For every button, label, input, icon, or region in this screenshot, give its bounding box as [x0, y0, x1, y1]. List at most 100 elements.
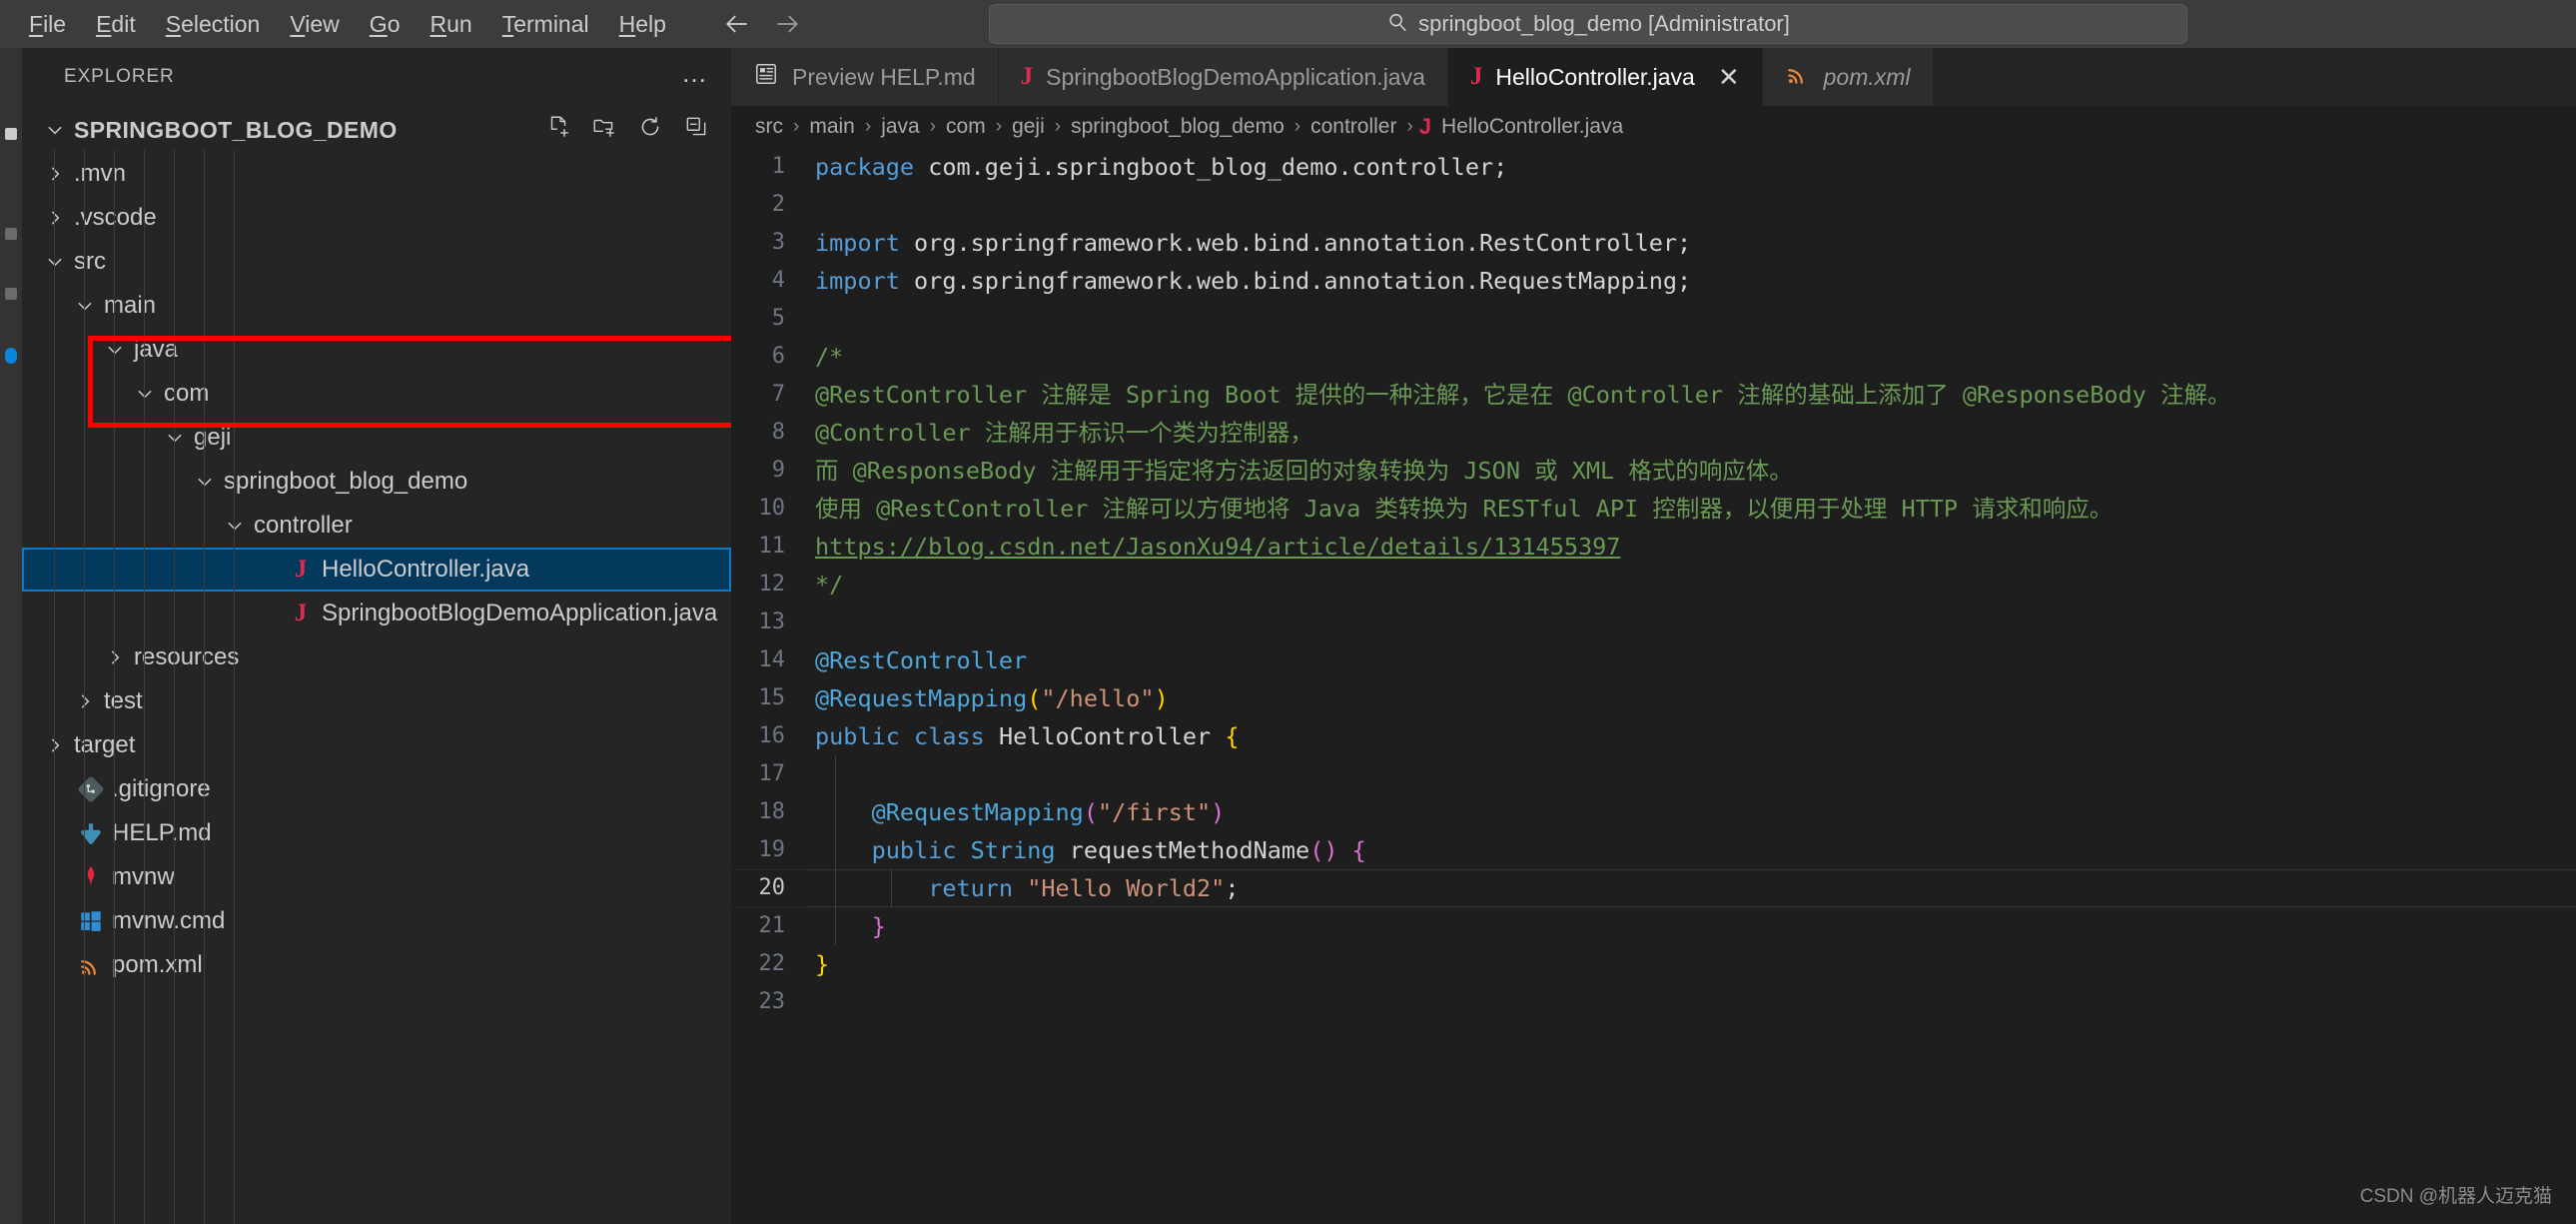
code-line-text: public String requestMethodName() {	[807, 831, 1366, 869]
explorer-activity-icon[interactable]	[5, 128, 17, 140]
tree-item-vscode[interactable]: .vscode	[22, 196, 731, 240]
tree-item-springboot-blog-demo[interactable]: springboot_blog_demo	[22, 460, 731, 504]
tree-item-com[interactable]: com	[22, 372, 731, 416]
arrow-right-icon[interactable]	[771, 7, 805, 41]
tree-item-controller[interactable]: controller	[22, 504, 731, 548]
search-activity-icon[interactable]	[5, 228, 17, 240]
code-line-18[interactable]: 18 @RequestMapping("/first")	[731, 793, 2576, 831]
line-number: 10	[758, 496, 786, 521]
tree-item-src[interactable]: src	[22, 240, 731, 284]
command-center-search[interactable]: springboot_blog_demo [Administrator]	[989, 4, 2187, 44]
tree-item-geji[interactable]: geji	[22, 416, 731, 460]
new-file-icon[interactable]	[545, 114, 571, 146]
code-token: @RestController	[815, 646, 1028, 674]
code-editor[interactable]: 1 package com.geji.springboot_blog_demo.c…	[731, 148, 2576, 1224]
tree-item-java[interactable]: java	[22, 328, 731, 372]
explorer-more-actions[interactable]: …	[681, 58, 709, 97]
tree-item-hellocontroller-java[interactable]: J HelloController.java	[22, 548, 731, 592]
menu-item-selection[interactable]: Selection	[151, 9, 276, 40]
code-line-11[interactable]: 11 https://blog.csdn.net/JasonXu94/articl…	[731, 528, 2576, 566]
code-line-8[interactable]: 8 @Controller 注解用于标识一个类为控制器，	[731, 414, 2576, 452]
tree-item-resources[interactable]: resources	[22, 635, 731, 679]
editor-tab-bar[interactable]: Preview HELP.md J SpringbootBlogDemoApplic…	[731, 48, 2576, 106]
breadcrumb-segment-file[interactable]: HelloController.java	[1437, 115, 1627, 139]
breadcrumb[interactable]: src › main › java › com › geji › springboot_blog_d…	[731, 106, 2576, 148]
menu-item-view[interactable]: View	[275, 9, 354, 40]
menu-item-terminal[interactable]: Terminal	[487, 9, 604, 40]
code-line-22[interactable]: 22}	[731, 945, 2576, 983]
breadcrumb-segment-com[interactable]: com	[942, 115, 990, 139]
menu-item-go[interactable]: Go	[355, 9, 416, 40]
tree-item-springbootblogdemoapplication-java[interactable]: J SpringbootBlogDemoApplication.java	[22, 592, 731, 635]
code-line-23[interactable]: 23	[731, 983, 2576, 1021]
code-token: com.geji.springboot_blog_demo.controller…	[914, 153, 1508, 181]
tree-item-pom-xml[interactable]: pom.xml	[22, 943, 731, 987]
code-line-13[interactable]: 13	[731, 604, 2576, 641]
tree-item-test[interactable]: test	[22, 679, 731, 723]
tree-item-main[interactable]: main	[22, 284, 731, 328]
menu-item-run[interactable]: Run	[415, 9, 486, 40]
tab-preview-help-md[interactable]: Preview HELP.md	[731, 48, 999, 106]
tab-springbootblogdemoapplication-java[interactable]: J SpringbootBlogDemoApplication.java	[998, 48, 1448, 106]
code-line-14[interactable]: 14 @RestController	[731, 641, 2576, 679]
code-line-6[interactable]: 6 /*	[731, 338, 2576, 376]
code-token: public	[871, 836, 957, 864]
code-line-9[interactable]: 9 而 @ResponseBody 注解用于指定将方法返回的对象转换为 JSON …	[731, 452, 2576, 490]
code-line-1[interactable]: 1 package com.geji.springboot_blog_demo.c…	[731, 148, 2576, 186]
tree-item-gitignore[interactable]: .gitignore	[22, 767, 731, 811]
tree-item-label: target	[74, 731, 136, 758]
line-number: 6	[771, 344, 785, 369]
tree-item-target[interactable]: target	[22, 723, 731, 767]
refresh-icon[interactable]	[637, 114, 663, 146]
code-line-12[interactable]: 12 */	[731, 566, 2576, 604]
code-token: 使用 @RestController 注解可以方便地将 Java 类转换为 RE…	[815, 495, 2114, 523]
code-line-text: package com.geji.springboot_blog_demo.co…	[807, 148, 1507, 186]
line-number: 20	[758, 875, 786, 900]
code-line-16[interactable]: 16 public class HelloController {	[731, 717, 2576, 755]
code-line-21[interactable]: 21 }	[731, 907, 2576, 945]
code-line-3[interactable]: 3 import org.springframework.web.bind.ann…	[731, 224, 2576, 262]
menu-item-edit[interactable]: Edit	[81, 9, 151, 40]
tree-item-help-md[interactable]: HELP.md	[22, 811, 731, 855]
breadcrumb-separator-icon: ›	[793, 116, 800, 137]
tab-bar-filler	[1933, 48, 2576, 106]
breadcrumb-segment-geji[interactable]: geji	[1008, 115, 1049, 139]
breadcrumb-segment-springboot-blog-demo[interactable]: springboot_blog_demo	[1067, 115, 1288, 139]
tree-indent-guide	[54, 150, 55, 1224]
activity-bar[interactable]	[0, 48, 22, 1224]
tab-hellocontroller-java[interactable]: J HelloController.java ✕	[1447, 48, 1763, 106]
debug-activity-icon[interactable]	[5, 348, 17, 364]
code-line-10[interactable]: 10 使用 @RestController 注解可以方便地将 Java 类转换为 …	[731, 490, 2576, 528]
breadcrumb-segment-src[interactable]: src	[751, 115, 787, 139]
new-folder-icon[interactable]	[591, 114, 617, 146]
code-token[interactable]: https://blog.csdn.net/JasonXu94/article/…	[815, 533, 1620, 561]
code-line-17[interactable]: 17	[731, 755, 2576, 793]
tab-pom-xml[interactable]: pom.xml	[1762, 48, 1934, 106]
code-line-5[interactable]: 5	[731, 300, 2576, 338]
arrow-left-icon[interactable]	[719, 7, 753, 41]
scm-activity-icon[interactable]	[5, 288, 17, 300]
code-line-7[interactable]: 7 @RestController 注解是 Spring Boot 提供的一种注解…	[731, 376, 2576, 414]
tree-root-springboot-blog-demo[interactable]: SPRINGBOOT_BLOG_DEMO	[22, 108, 731, 152]
tree-item-mvn[interactable]: .mvn	[22, 152, 731, 196]
code-line-4[interactable]: 4 import org.springframework.web.bind.ann…	[731, 262, 2576, 300]
code-line-20[interactable]: 20 return "Hello World2";	[731, 869, 2576, 907]
menu-item-file[interactable]: File	[14, 9, 81, 40]
close-icon[interactable]: ✕	[1718, 64, 1740, 90]
code-line-text: /*	[807, 338, 843, 376]
file-tree[interactable]: SPRINGBOOT_BLOG_DEMO .mvn .vscode src ma…	[22, 106, 731, 1224]
breadcrumb-segment-java[interactable]: java	[877, 115, 924, 139]
code-line-2[interactable]: 2	[731, 186, 2576, 224]
code-line-19[interactable]: 19 public String requestMethodName() {	[731, 831, 2576, 869]
code-token: org.springframework.web.bind.annotation.…	[899, 267, 1692, 295]
tree-item-mvnw-cmd[interactable]: mvnw.cmd	[22, 899, 731, 943]
menu-item-help[interactable]: Help	[604, 9, 681, 40]
collapse-all-icon[interactable]	[683, 114, 709, 146]
breadcrumb-segment-controller[interactable]: controller	[1306, 115, 1400, 139]
breadcrumb-segment-main[interactable]: main	[805, 115, 859, 139]
tree-item-mvnw[interactable]: mvnw	[22, 855, 731, 899]
code-line-15[interactable]: 15 @RequestMapping("/hello")	[731, 679, 2576, 717]
chevron-right-icon	[38, 165, 72, 183]
code-token: requestMethodName	[1055, 836, 1310, 864]
